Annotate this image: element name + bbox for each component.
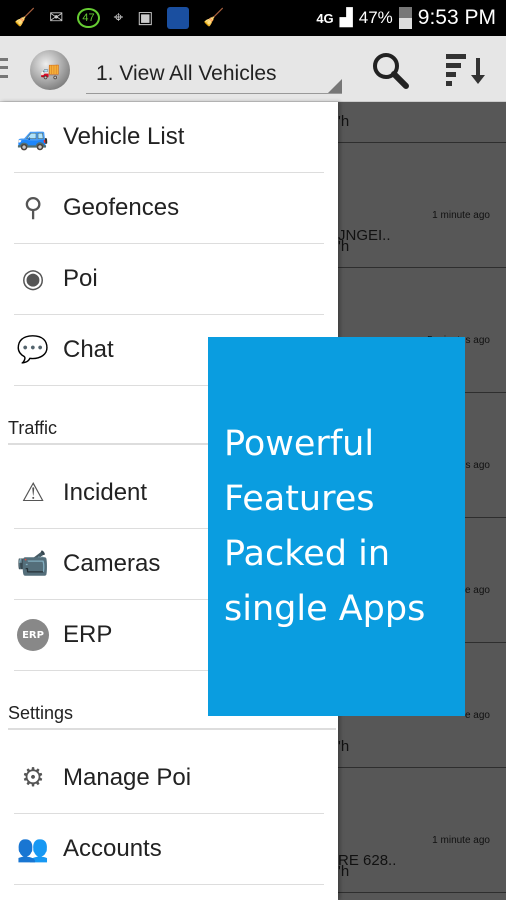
chat-icon: 💬 [16, 335, 50, 365]
manage-poi-icon: ⚙ [21, 763, 45, 793]
drawer-item-label: Cameras [63, 550, 161, 577]
location-outline-icon: ⚲ [23, 193, 43, 223]
camera-icon: 📹 [16, 549, 50, 579]
row-time: e ago [464, 585, 490, 596]
cleaner-icon: 🧹 [203, 8, 225, 27]
row-speed-text: 'h [338, 113, 350, 130]
row-speed: 'h [338, 852, 506, 882]
drawer-item-label: Accounts [63, 835, 162, 862]
row-time: s ago [465, 460, 490, 471]
drawer-item-label: Geofences [63, 194, 180, 221]
drawer-item-accounts[interactable]: 👥 Accounts [14, 814, 324, 885]
row-time: e ago [464, 710, 490, 721]
broom-icon: 🧹 [14, 8, 36, 27]
row-speed-text: 'h [338, 863, 350, 880]
promo-line: Packed in [224, 534, 391, 574]
drawer-item-geofences[interactable]: ⚲ Geofences [14, 173, 324, 244]
promo-line: single Apps [224, 589, 426, 629]
row-speed-text: 'h [338, 238, 350, 255]
pin-icon: ◉ [21, 264, 45, 294]
drawer-item-label: Poi [63, 265, 98, 292]
row-speed-text: 'h [338, 738, 350, 755]
mail-icon: ✉ [49, 8, 64, 27]
car-icon: 🚙 [16, 122, 50, 152]
menu-icon[interactable] [0, 58, 8, 78]
gps-icon: ⌖ [113, 8, 124, 27]
network-type: 4G [316, 10, 334, 26]
image-icon: ▣ [137, 8, 154, 27]
spinner-value: 1. View All Vehicles [96, 62, 277, 85]
truck-logo-icon[interactable]: 🚚 [30, 50, 70, 90]
drawer-item-manage-poi[interactable]: ⚙ Manage Poi [14, 743, 324, 814]
drawer-item-label: Manage Poi [63, 764, 192, 791]
vehicle-filter-spinner[interactable]: 1. View All Vehicles [86, 50, 342, 94]
promo-banner: Powerful Features Packed in single Apps [208, 337, 465, 716]
drawer-item-label: Chat [63, 336, 114, 363]
drawer-item-vehicle-list[interactable]: 🚙 Vehicle List [14, 102, 324, 173]
drawer-item-label: Incident [63, 479, 148, 506]
row-speed: 'h [338, 727, 506, 757]
drawer-item-label: Vehicle List [63, 123, 185, 150]
badge-47-icon: 47 [77, 8, 100, 28]
drawer-item-poi[interactable]: ◉ Poi [14, 244, 324, 315]
app-icon [167, 7, 190, 29]
row-speed: 'h [338, 102, 506, 132]
erp-icon: ERP [14, 616, 52, 654]
promo-line: Powerful [224, 424, 375, 464]
accounts-icon: 👥 [16, 834, 50, 864]
promo-line: Features [224, 479, 375, 519]
row-time: 1 minute ago [432, 210, 490, 221]
row-time: 1 minute ago [432, 835, 490, 846]
warning-icon: ⚠ [21, 478, 45, 508]
row-speed: 'h [338, 227, 506, 257]
drawer-item-label: ERP [63, 621, 113, 648]
